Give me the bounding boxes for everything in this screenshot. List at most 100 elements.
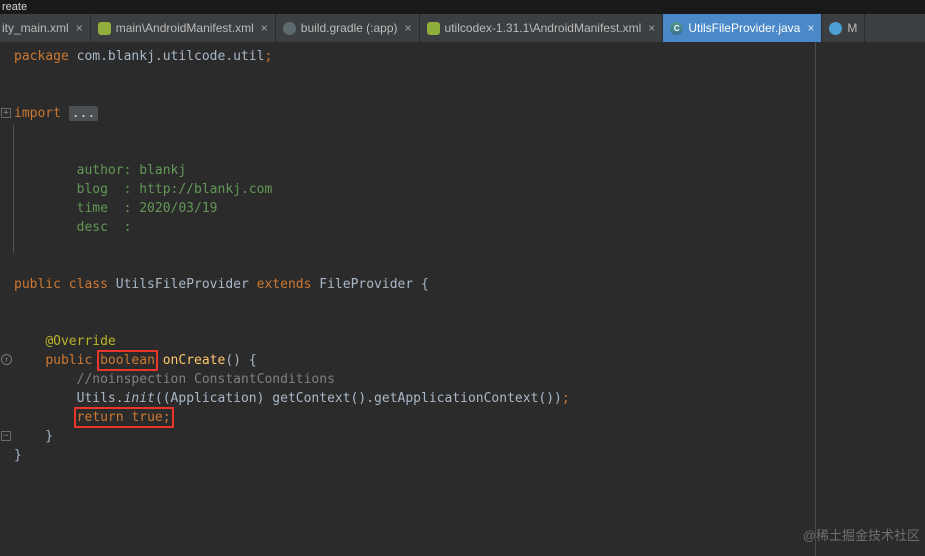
code-token: author: blankj xyxy=(14,163,187,178)
gutter-cell xyxy=(0,389,14,408)
gutter-cell xyxy=(0,85,14,104)
fold-plus-gutter-icon[interactable]: + xyxy=(0,104,14,123)
gutter-cell xyxy=(0,408,14,427)
code-line: + import ... xyxy=(0,104,925,123)
red-highlight-box: return true; xyxy=(73,407,174,428)
code-token: //noinspection ConstantConditions xyxy=(76,372,335,387)
android-file-icon xyxy=(426,21,440,35)
gutter-cell xyxy=(0,332,14,351)
gutter-cell xyxy=(0,161,14,180)
bluefile-file-icon xyxy=(829,21,843,35)
code-line-text: package com.blankj.utilcode.util; xyxy=(14,47,272,66)
gutter-cell xyxy=(0,446,14,465)
override-gutter-icon[interactable]: ↑ xyxy=(0,351,14,370)
gutter-cell xyxy=(0,313,14,332)
code-token: ... xyxy=(68,106,99,121)
code-line-text: public class UtilsFileProvider extends F… xyxy=(14,275,429,294)
titlebar-text: reate xyxy=(2,1,28,13)
code-token: } xyxy=(14,429,54,444)
tab-label: main\AndroidManifest.xml xyxy=(115,21,254,35)
gutter-cell xyxy=(0,66,14,85)
gutter-cell xyxy=(0,199,14,218)
code-editor[interactable]: package com.blankj.utilcode.util; + import… xyxy=(0,42,925,556)
gutter-cell xyxy=(0,237,14,256)
code-line: package com.blankj.utilcode.util; xyxy=(0,47,925,66)
code-token: extends xyxy=(256,277,320,292)
code-line: time : 2020/03/19 xyxy=(0,199,925,218)
code-line xyxy=(0,123,925,142)
tab-label: utilcodex-1.31.1\AndroidManifest.xml xyxy=(444,21,642,35)
code-line xyxy=(0,142,925,161)
ide-window: reate ity_main.xml × main\AndroidManifest.… xyxy=(0,0,925,556)
code-line: //noinspection ConstantConditions xyxy=(0,370,925,389)
gutter-cell xyxy=(0,180,14,199)
android-file-icon xyxy=(97,21,111,35)
code-line: ↑ public boolean onCreate() { xyxy=(0,350,925,371)
code-token: UtilsFileProvider xyxy=(115,277,257,292)
code-token: ((Application) getContext().getApplicati… xyxy=(154,391,562,406)
code-token: ; xyxy=(561,391,570,406)
editor-tab[interactable]: C UtilsFileProvider.java × xyxy=(663,14,823,42)
tab-close-icon[interactable]: × xyxy=(648,21,655,35)
editor-tab[interactable]: ity_main.xml × xyxy=(0,14,91,42)
editor-tab[interactable]: build.gradle (:app) × xyxy=(276,14,420,42)
gutter-cell xyxy=(0,275,14,294)
code-line-text: author: blankj xyxy=(14,161,187,180)
code-token: package xyxy=(14,49,77,64)
code-line xyxy=(0,66,925,85)
code-token: onCreate xyxy=(162,353,226,368)
code-token: public class xyxy=(14,277,116,292)
code-line: desc : xyxy=(0,218,925,237)
fold-end-gutter-icon[interactable]: − xyxy=(0,427,14,446)
editor-tab[interactable]: main\AndroidManifest.xml × xyxy=(91,14,276,42)
gutter-cell xyxy=(0,370,14,389)
tab-label: UtilsFileProvider.java xyxy=(688,21,801,35)
code-line: @Override xyxy=(0,332,925,351)
editor-tab[interactable]: utilcodex-1.31.1\AndroidManifest.xml × xyxy=(420,14,664,42)
editor-tab-bar: ity_main.xml × main\AndroidManifest.xml × bu… xyxy=(0,14,925,42)
watermark: @稀土掘金技术社区 xyxy=(802,528,920,543)
code-token: time : 2020/03/19 xyxy=(14,201,218,216)
code-token: init xyxy=(123,391,155,406)
tab-close-icon[interactable]: × xyxy=(261,21,268,35)
tab-close-icon[interactable]: × xyxy=(76,21,83,35)
gutter-cell xyxy=(0,218,14,237)
code-line: } xyxy=(0,446,925,465)
code-line: public class UtilsFileProvider extends F… xyxy=(0,275,925,294)
code-line-text: } xyxy=(14,427,53,446)
gutter-cell xyxy=(0,142,14,161)
tab-label: M xyxy=(847,21,858,35)
red-highlight-box: boolean xyxy=(97,350,158,371)
code-token: desc : xyxy=(14,220,132,235)
code-area: package com.blankj.utilcode.util; + import… xyxy=(0,47,925,465)
code-line: author: blankj xyxy=(0,161,925,180)
code-line xyxy=(0,237,925,256)
code-line-text: time : 2020/03/19 xyxy=(14,199,218,218)
code-token: blog : http://blankj.com xyxy=(14,182,273,197)
tab-close-icon[interactable]: × xyxy=(405,21,412,35)
gradle-file-icon xyxy=(282,21,296,35)
code-token: } xyxy=(14,448,22,463)
gutter-cell xyxy=(0,294,14,313)
gutter-cell xyxy=(0,47,14,66)
gutter-cell xyxy=(0,123,14,142)
gutter-cell xyxy=(0,256,14,275)
code-line-text: public boolean onCreate() { xyxy=(14,350,257,371)
tab-label: ity_main.xml xyxy=(2,21,69,35)
editor-tab[interactable]: M xyxy=(822,14,866,42)
code-line-text: desc : xyxy=(14,218,132,237)
tab-label: build.gradle (:app) xyxy=(300,21,398,35)
code-token: FileProvider { xyxy=(319,277,429,292)
code-line: − } xyxy=(0,427,925,446)
code-token: @Override xyxy=(45,334,116,349)
tab-close-icon[interactable]: × xyxy=(807,21,814,35)
code-line xyxy=(0,85,925,104)
code-line: blog : http://blankj.com xyxy=(0,180,925,199)
code-line: Utils.init((Application) getContext().ge… xyxy=(0,389,925,408)
code-line-text: Utils.init((Application) getContext().ge… xyxy=(14,389,570,408)
class-file-icon: C xyxy=(670,21,684,35)
